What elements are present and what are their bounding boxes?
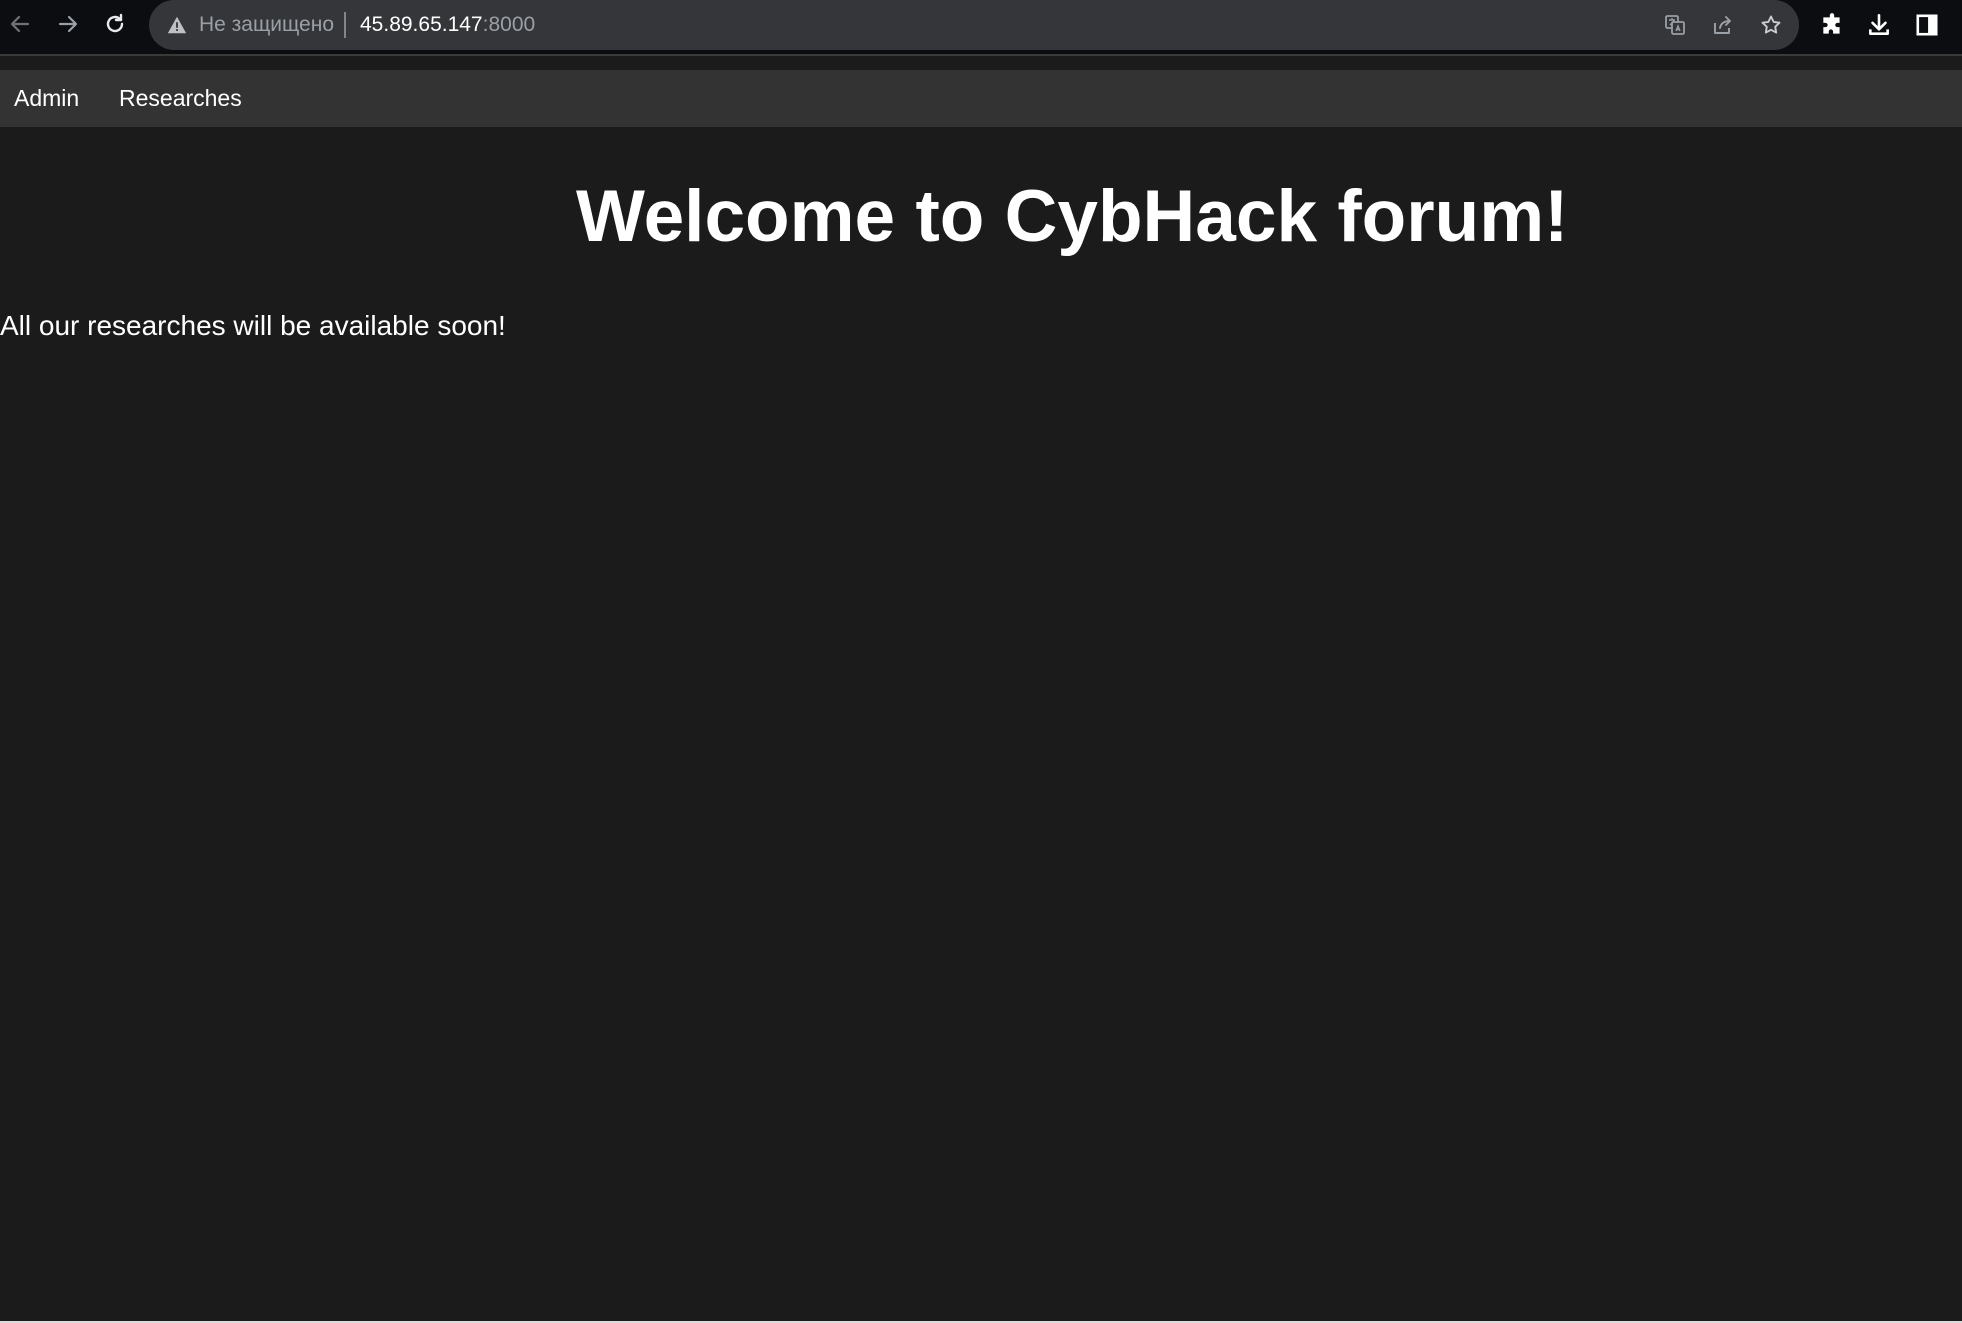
nav-link-researches[interactable]: Researches <box>119 84 242 112</box>
address-separator <box>344 12 346 38</box>
security-status-label[interactable]: Не защищено <box>199 11 334 39</box>
page-title: Welcome to CybHack forum! <box>576 176 1569 257</box>
reload-icon[interactable] <box>97 6 133 42</box>
site-navbar: Admin Researches <box>0 70 1962 127</box>
star-icon[interactable] <box>1756 10 1786 40</box>
url-text[interactable]: 45.89.65.147:8000 <box>360 11 535 39</box>
extensions-puzzle-icon[interactable] <box>1816 9 1848 41</box>
url-host: 45.89.65.147 <box>360 13 483 36</box>
nav-link-admin[interactable]: Admin <box>14 84 79 112</box>
url-port: :8000 <box>482 13 536 36</box>
announcement-text: All our researches will be available soo… <box>0 310 506 341</box>
address-bar[interactable]: Не защищено 45.89.65.147:8000 <box>149 0 1799 50</box>
download-icon[interactable] <box>1863 9 1895 41</box>
warning-triangle-icon[interactable] <box>166 14 188 36</box>
browser-toolbar: Не защищено 45.89.65.147:8000 <box>0 0 1962 56</box>
back-arrow-icon[interactable] <box>2 6 38 42</box>
side-panel-icon[interactable] <box>1911 9 1943 41</box>
translate-icon[interactable] <box>1660 10 1690 40</box>
share-icon[interactable] <box>1708 10 1738 40</box>
forward-arrow-icon[interactable] <box>50 6 86 42</box>
